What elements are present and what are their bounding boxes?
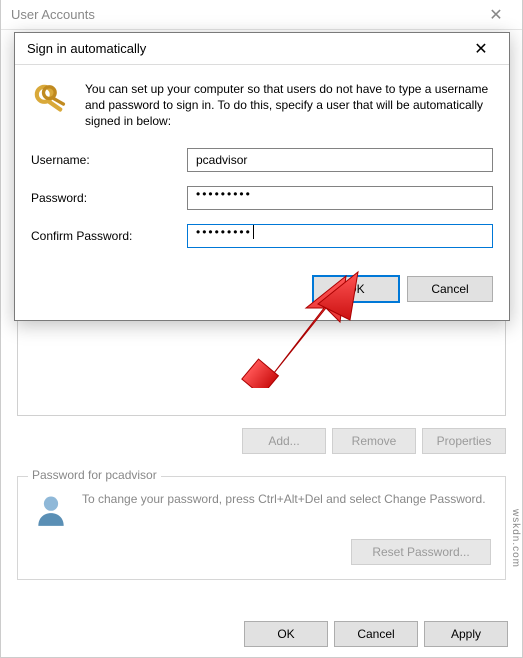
parent-apply-button[interactable]: Apply (424, 621, 508, 647)
modal-body: You can set up your computer so that use… (15, 65, 509, 320)
modal-cancel-button[interactable]: Cancel (407, 276, 493, 302)
password-row: Password: ••••••••• (31, 186, 493, 210)
parent-cancel-button[interactable]: Cancel (334, 621, 418, 647)
password-input[interactable]: ••••••••• (187, 186, 493, 210)
user-list-buttons: Add... Remove Properties (17, 428, 506, 454)
username-input[interactable] (187, 148, 493, 172)
username-label: Username: (31, 153, 187, 167)
add-button[interactable]: Add... (242, 428, 326, 454)
confirm-password-row: Confirm Password: ••••••••• (31, 224, 493, 248)
parent-ok-button[interactable]: OK (244, 621, 328, 647)
keys-icon (31, 81, 71, 121)
username-row: Username: (31, 148, 493, 172)
parent-title: User Accounts (11, 7, 95, 22)
password-legend: Password for pcadvisor (28, 468, 161, 482)
password-help-text: To change your password, press Ctrl+Alt+… (82, 491, 491, 507)
modal-intro-text: You can set up your computer so that use… (85, 81, 493, 130)
watermark-text: wskdn.com (510, 509, 521, 568)
parent-bottom-buttons: OK Cancel Apply (244, 621, 508, 647)
parent-titlebar: User Accounts ✕ (1, 0, 522, 30)
parent-close-icon[interactable]: ✕ (478, 5, 514, 25)
password-label: Password: (31, 191, 187, 205)
modal-title: Sign in automatically (27, 41, 146, 56)
properties-button[interactable]: Properties (422, 428, 506, 454)
confirm-password-input[interactable]: ••••••••• (187, 224, 493, 248)
remove-button[interactable]: Remove (332, 428, 416, 454)
password-fieldset: Password for pcadvisor To change your pa… (17, 476, 506, 580)
modal-close-icon[interactable]: ✕ (461, 35, 501, 63)
text-caret (253, 225, 254, 239)
reset-password-button[interactable]: Reset Password... (351, 539, 491, 565)
modal-titlebar: Sign in automatically ✕ (15, 33, 509, 65)
modal-button-row: OK Cancel (31, 276, 493, 302)
confirm-password-label: Confirm Password: (31, 229, 187, 243)
user-avatar-icon (32, 491, 70, 529)
modal-ok-button[interactable]: OK (313, 276, 399, 302)
sign-in-automatically-dialog: Sign in automatically ✕ You can set up y… (14, 32, 510, 321)
